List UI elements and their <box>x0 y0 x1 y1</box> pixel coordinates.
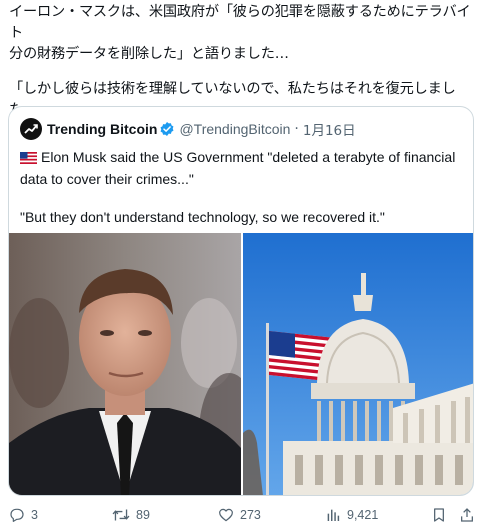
media-photo-portrait[interactable] <box>9 233 241 495</box>
quoted-post-text: Elon Musk said the US Government "delete… <box>20 147 460 227</box>
quoted-post[interactable]: Trending Bitcoin @TrendingBitcoin · 1月16… <box>8 106 474 496</box>
post-body: イーロン・マスクは、米国政府が「彼らの犯罪を隠蔽するためにテラバイト 分の財務デ… <box>9 2 479 121</box>
portrait-image <box>9 233 241 495</box>
post-action-bar: 3 89 273 9,421 <box>0 505 498 525</box>
bookmark-icon <box>434 508 444 522</box>
share-button[interactable] <box>459 505 475 525</box>
quoted-post-header: Trending Bitcoin @TrendingBitcoin · 1月16… <box>20 118 356 140</box>
like-count: 273 <box>240 508 261 522</box>
like-button[interactable]: 273 <box>218 505 261 525</box>
separator-dot: · <box>294 121 299 137</box>
reply-icon <box>10 508 24 522</box>
views-chart-icon <box>327 509 340 521</box>
post-text-line: 「しかし彼らは技術を理解していないので、私たちはそれを復元しまし <box>9 81 456 97</box>
view-count: 9,421 <box>347 508 379 522</box>
post-text-line: イーロン・マスクは、米国政府が「彼らの犯罪を隠蔽するためにテラバイト <box>9 4 471 41</box>
media-grid <box>9 233 473 495</box>
quoted-author-name[interactable]: Trending Bitcoin <box>47 121 157 137</box>
capitol-image <box>243 233 473 495</box>
media-photo-capitol[interactable] <box>243 233 473 495</box>
us-flag-icon <box>20 149 37 169</box>
chart-trend-icon <box>24 124 38 134</box>
quoted-author-handle[interactable]: @TrendingBitcoin <box>179 121 290 137</box>
quoted-text-line: Elon Musk said the US Government "delete… <box>41 149 456 165</box>
quoted-text-line: "But they don't understand technology, s… <box>20 209 385 225</box>
share-icon <box>461 508 473 522</box>
post-text-line: 分の財務データを削除した」と語りました… <box>9 46 289 62</box>
verified-badge-icon <box>159 121 175 137</box>
repost-count: 89 <box>136 508 150 522</box>
avatar[interactable] <box>20 118 42 140</box>
quoted-text-line: data to cover their crimes..." <box>20 171 194 187</box>
repost-button[interactable]: 89 <box>112 505 150 525</box>
repost-icon <box>112 509 130 521</box>
heart-icon <box>219 508 233 522</box>
reply-button[interactable]: 3 <box>9 505 38 525</box>
reply-count: 3 <box>31 508 38 522</box>
bookmark-button[interactable] <box>431 505 447 525</box>
quoted-post-date[interactable]: 1月16日 <box>303 119 356 139</box>
views-button[interactable]: 9,421 <box>325 505 378 525</box>
